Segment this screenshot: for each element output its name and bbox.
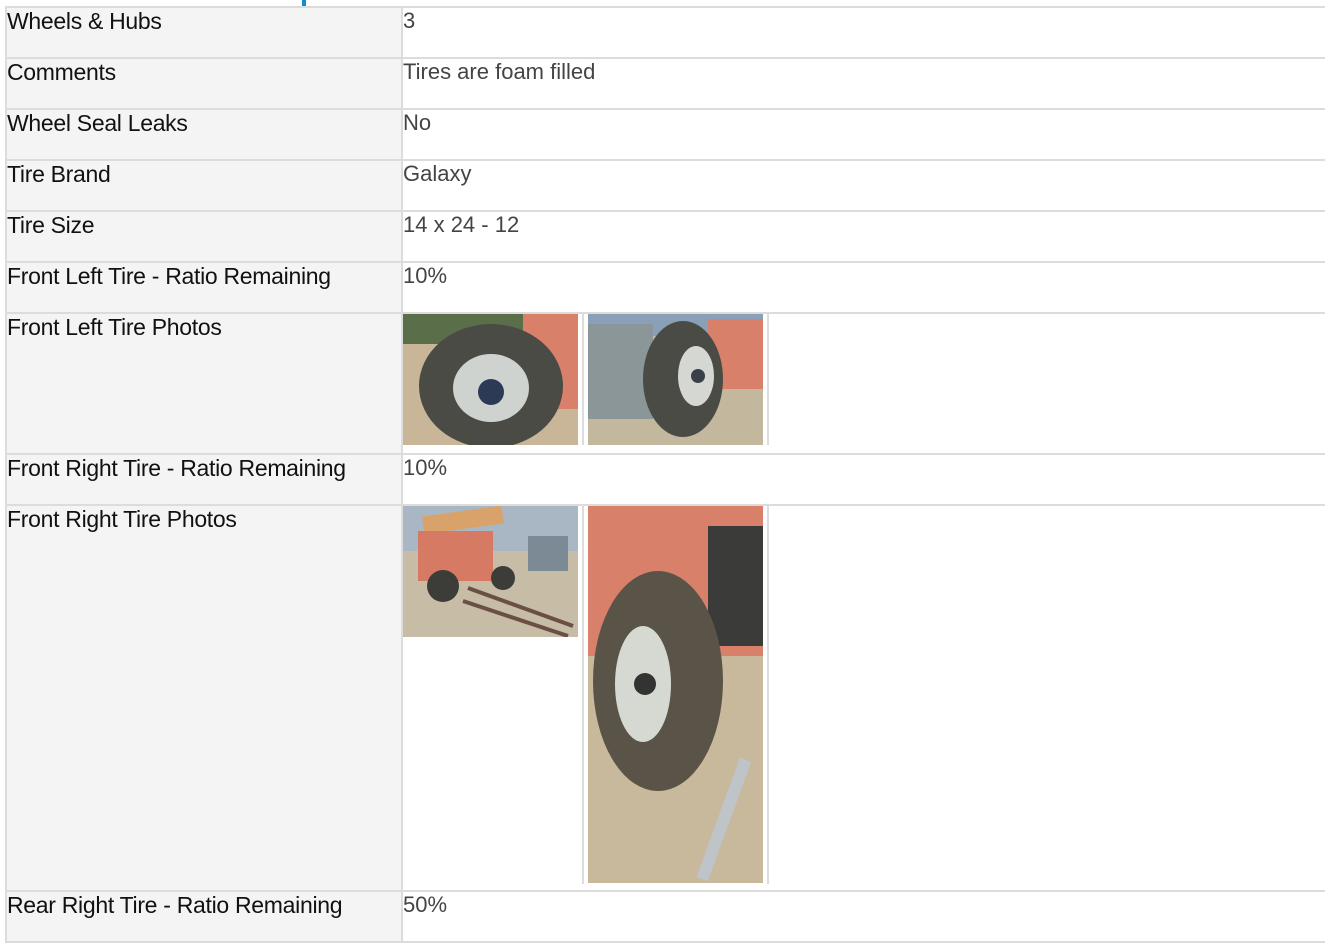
row-value: 10% [401,453,1325,506]
table-row: Comments Tires are foam filled [5,57,1325,110]
table-row: Wheels & Hubs 3 [5,6,1325,59]
row-value: Tires are foam filled [401,57,1325,110]
tire-photo [588,506,763,883]
tire-photo [403,314,578,445]
photo-cell [401,504,1325,892]
row-value: 50% [401,890,1325,943]
row-label: Wheel Seal Leaks [5,108,403,161]
row-label: Front Right Tire - Ratio Remaining [5,453,403,506]
table-row: Tire Brand Galaxy [5,159,1325,212]
row-label: Tire Brand [5,159,403,212]
table-row: Front Left Tire Photos [5,312,1325,455]
tire-photo [588,314,763,445]
photo-thumbnail[interactable] [588,506,769,884]
row-label: Wheels & Hubs [5,6,403,59]
table-row: Rear Right Tire - Ratio Remaining 50% [5,890,1325,943]
row-label: Front Left Tire Photos [5,312,403,455]
inspection-table: Wheels & Hubs 3 Comments Tires are foam … [5,6,1325,943]
table-row: Front Right Tire Photos [5,504,1325,892]
photo-thumbnail[interactable] [403,506,584,884]
row-value: No [401,108,1325,161]
table-row: Wheel Seal Leaks No [5,108,1325,161]
row-label: Front Right Tire Photos [5,504,403,892]
row-label: Tire Size [5,210,403,263]
row-value: 10% [401,261,1325,314]
photo-thumbnail[interactable] [588,314,769,445]
row-value: 3 [401,6,1325,59]
photo-thumbnail[interactable] [403,314,584,445]
row-value: Galaxy [401,159,1325,212]
row-label: Rear Right Tire - Ratio Remaining [5,890,403,943]
machine-photo [403,506,578,637]
table-row: Tire Size 14 x 24 - 12 [5,210,1325,263]
table-row: Front Right Tire - Ratio Remaining 10% [5,453,1325,506]
row-label: Front Left Tire - Ratio Remaining [5,261,403,314]
row-value: 14 x 24 - 12 [401,210,1325,263]
row-label: Comments [5,57,403,110]
photo-cell [401,312,1325,455]
table-row: Front Left Tire - Ratio Remaining 10% [5,261,1325,314]
